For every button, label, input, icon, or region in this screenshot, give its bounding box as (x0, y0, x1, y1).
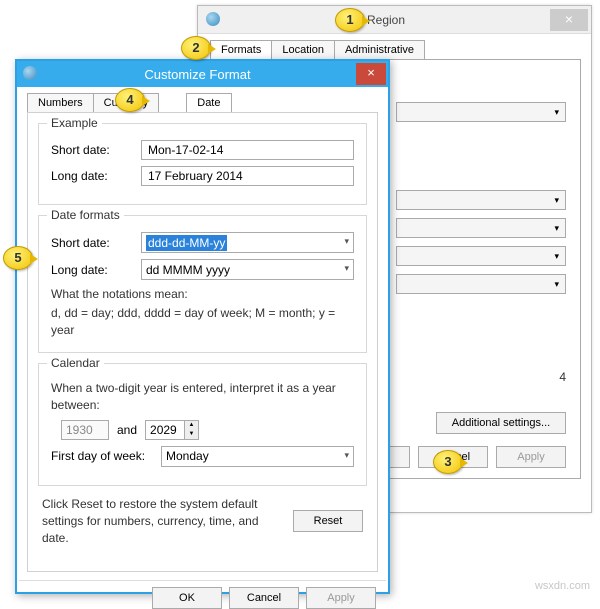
close-button[interactable]: × (356, 63, 386, 85)
region-dropdown[interactable]: ▾ (396, 102, 566, 122)
customize-title: Customize Format (39, 67, 356, 82)
ok-button[interactable]: OK (152, 587, 222, 609)
region-title: Region (222, 13, 550, 27)
long-date-example: 17 February 2014 (141, 166, 354, 186)
badge-5: 5 (3, 246, 33, 270)
close-button[interactable]: × (550, 9, 588, 31)
long-date-value: dd MMMM yyyy (146, 263, 230, 277)
sample-text: 4 (559, 370, 566, 384)
region-tabs: Formats Location Administrative (210, 40, 591, 59)
customize-buttons: OK Cancel Apply (19, 580, 386, 609)
region-dropdown[interactable]: ▾ (396, 218, 566, 238)
firstday-label: First day of week: (51, 449, 161, 463)
chevron-down-icon: ▾ (344, 450, 349, 461)
tab-date[interactable]: Date (186, 93, 231, 112)
globe-icon (206, 12, 222, 28)
interpret-text: When a two-digit year is entered, interp… (51, 380, 354, 414)
short-date-example: Mon-17-02-14 (141, 140, 354, 160)
reset-text: Click Reset to restore the system defaul… (42, 496, 279, 546)
region-dropdown[interactable]: ▾ (396, 274, 566, 294)
firstday-value: Monday (166, 449, 209, 463)
and-label: and (117, 423, 137, 437)
globe-icon (23, 66, 39, 82)
watermark: wsxdn.com (535, 580, 590, 592)
customize-window: Customize Format × Numbers Currency Time… (15, 59, 390, 594)
chevron-down-icon: ▾ (344, 263, 349, 274)
example-legend: Example (47, 116, 102, 130)
long-date-label: Long date: (51, 169, 141, 183)
customize-tabs: Numbers Currency Time Date (27, 93, 388, 112)
example-group: Example Short date: Mon-17-02-14 Long da… (38, 123, 367, 205)
calendar-legend: Calendar (47, 356, 104, 370)
short-date-combo[interactable]: ddd-dd-MM-yy ▾ (141, 232, 354, 253)
reset-button[interactable]: Reset (293, 510, 363, 532)
tab-location[interactable]: Location (271, 40, 335, 59)
badge-2: 2 (181, 36, 211, 60)
region-dropdown[interactable]: ▾ (396, 246, 566, 266)
spinner-buttons[interactable]: ▲▼ (184, 421, 198, 439)
badge-1: 1 (335, 8, 365, 32)
tab-numbers[interactable]: Numbers (27, 93, 94, 112)
badge-3: 3 (433, 450, 463, 474)
year-from: 1930 (61, 420, 109, 440)
apply-button[interactable]: Apply (306, 587, 376, 609)
reset-block: Click Reset to restore the system defaul… (42, 496, 363, 546)
tab-formats[interactable]: Formats (210, 40, 272, 59)
notation-text: d, dd = day; ddd, dddd = day of week; M … (51, 305, 354, 339)
dateformats-legend: Date formats (47, 208, 124, 222)
short-date-label: Short date: (51, 236, 141, 250)
long-date-combo[interactable]: dd MMMM yyyy ▾ (141, 259, 354, 280)
cancel-button[interactable]: Cancel (229, 587, 299, 609)
region-titlebar: Region × (198, 6, 591, 34)
dateformats-group: Date formats Short date: ddd-dd-MM-yy ▾ … (38, 215, 367, 353)
long-date-label: Long date: (51, 263, 141, 277)
additional-settings-button[interactable]: Additional settings... (436, 412, 566, 434)
chevron-down-icon: ▾ (344, 236, 349, 247)
customize-titlebar: Customize Format × (17, 61, 388, 87)
year-to-spinner[interactable]: 2029 ▲▼ (145, 420, 199, 440)
calendar-group: Calendar When a two-digit year is entere… (38, 363, 367, 486)
region-dropdown[interactable]: ▾ (396, 190, 566, 210)
firstday-combo[interactable]: Monday ▾ (161, 446, 354, 467)
tab-administrative[interactable]: Administrative (334, 40, 425, 59)
apply-button[interactable]: Apply (496, 446, 566, 468)
short-date-value: ddd-dd-MM-yy (146, 235, 227, 251)
short-date-label: Short date: (51, 143, 141, 157)
badge-4: 4 (115, 88, 145, 112)
notation-heading: What the notations mean: (51, 286, 354, 303)
